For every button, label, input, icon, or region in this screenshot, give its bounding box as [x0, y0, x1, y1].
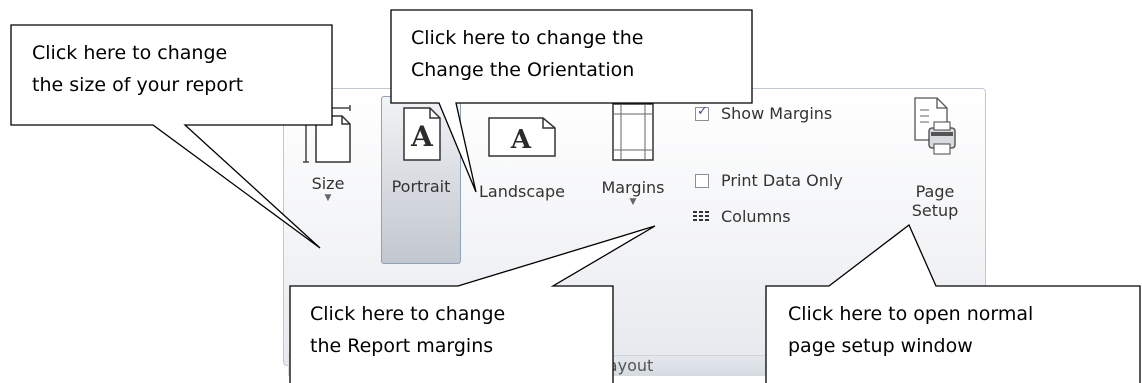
callout-orientation-text: Click here to change the Change the Orie…	[411, 22, 643, 86]
callout-margins-text: Click here to change the Report margins	[310, 298, 505, 362]
callout-margins-line1: Click here to change	[310, 303, 506, 325]
callout-setup-line1: Click here to open normal	[788, 303, 1034, 325]
callout-orientation-line1: Click here to change the	[411, 27, 644, 49]
callout-size-text: Click here to change the size of your re…	[32, 37, 243, 101]
callout-setup-line2: page setup window	[788, 335, 973, 357]
callout-setup-text: Click here to open normal page setup win…	[788, 298, 1033, 362]
callout-size-line1: Click here to change	[32, 42, 228, 64]
callout-orientation-line2: Change the Orientation	[411, 59, 635, 81]
callout-size-line2: the size of your report	[32, 74, 244, 96]
callout-margins-line2: the Report margins	[310, 335, 494, 357]
